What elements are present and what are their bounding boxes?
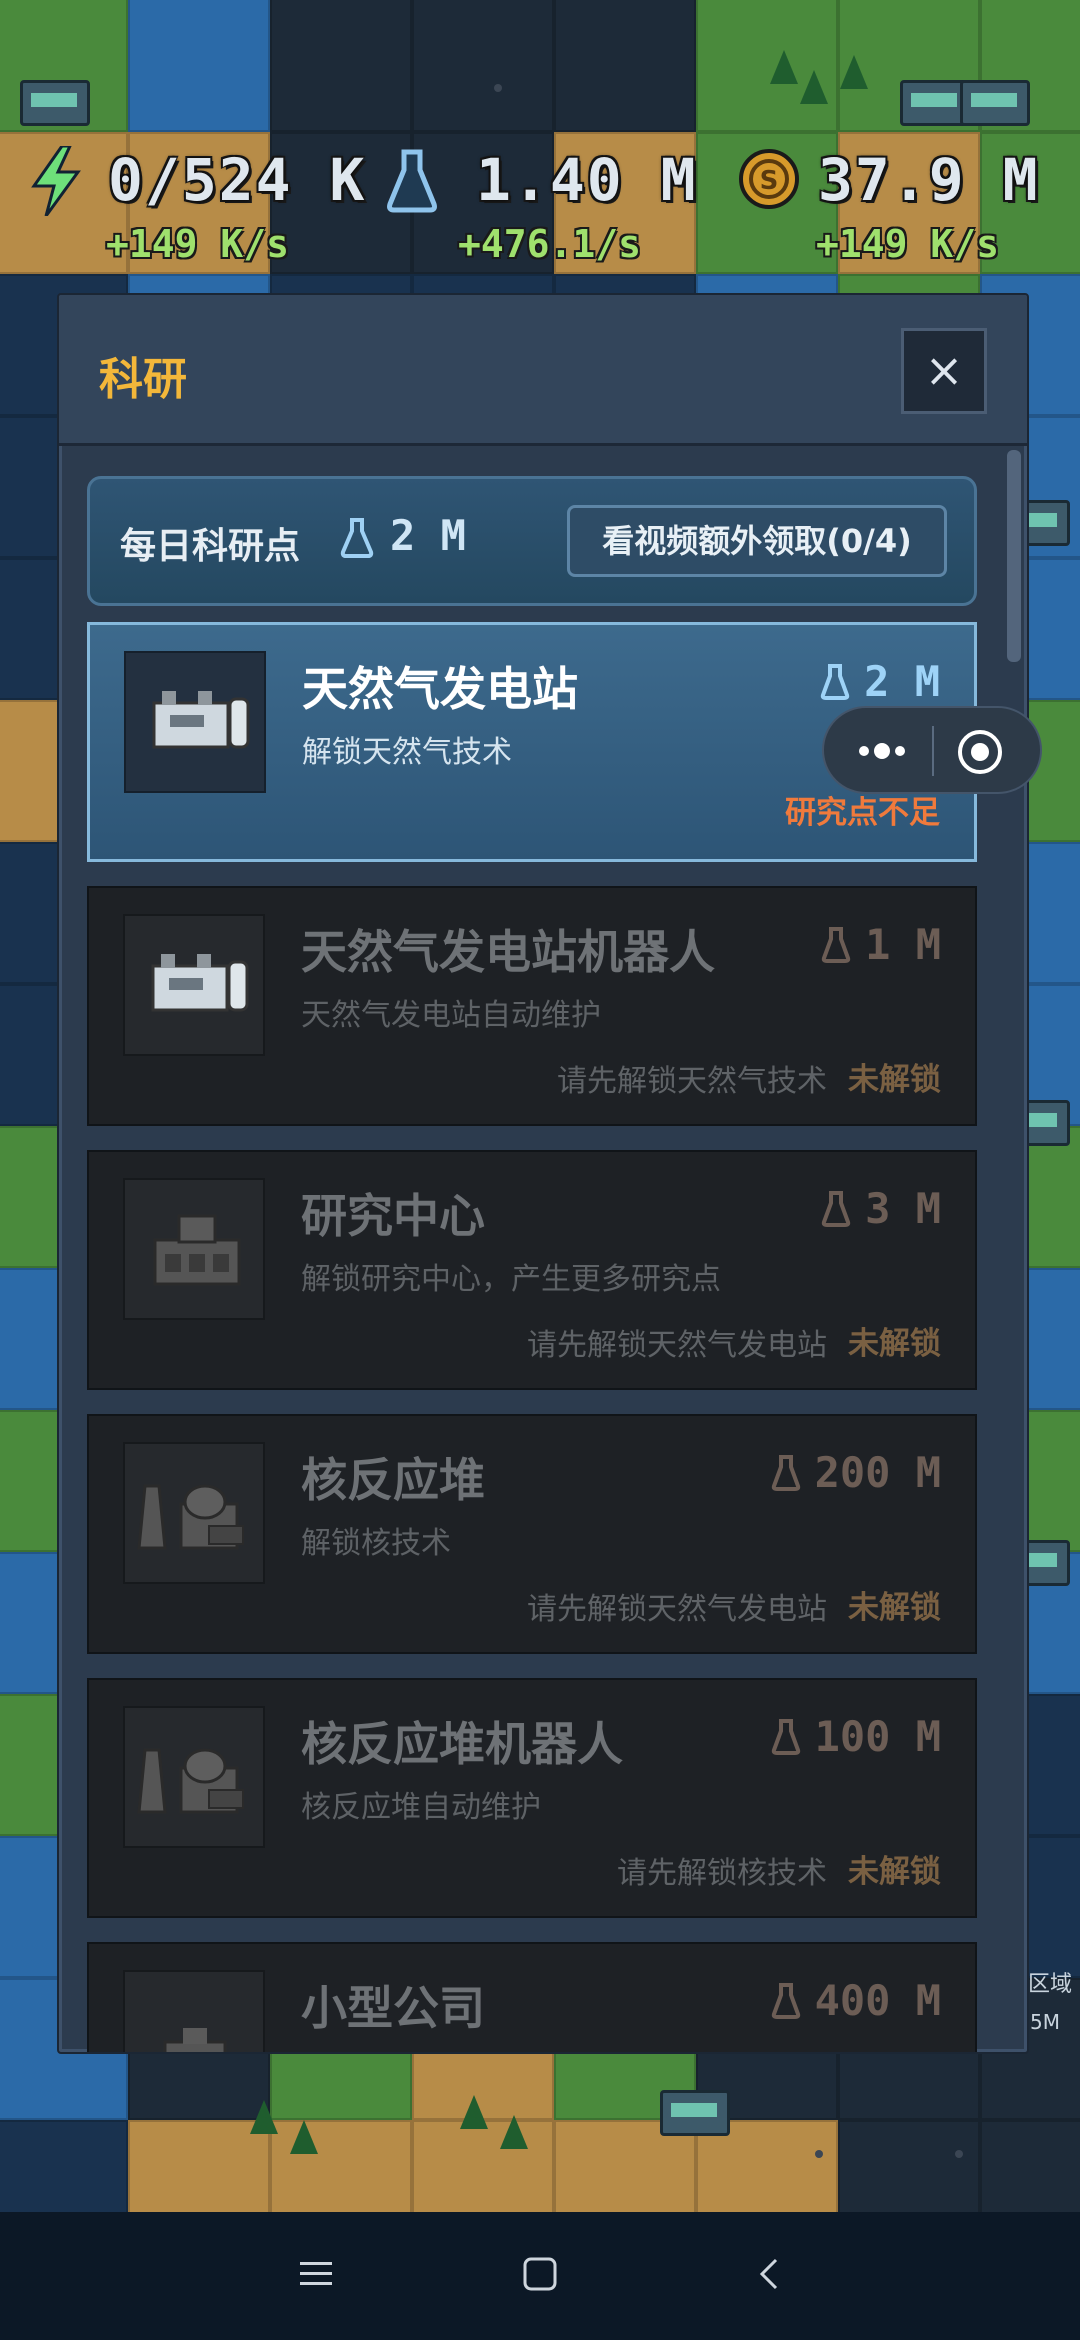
card-cost: 200 M — [771, 1448, 941, 1497]
cost-value: 200 M — [814, 1448, 941, 1497]
card-status: 未解锁 — [848, 1854, 941, 1890]
flask-icon — [340, 518, 374, 558]
card-status: 未解锁 — [848, 1062, 941, 1098]
board-tile — [270, 0, 412, 132]
card-cost: 3 M — [821, 1184, 941, 1233]
research-card[interactable]: 小型公司 400 M — [87, 1942, 977, 2052]
card-title: 研究中心 — [301, 1189, 485, 1243]
flask-icon — [771, 1718, 800, 1755]
miniprogram-capsule — [822, 706, 1042, 794]
coin-icon: S — [739, 149, 799, 209]
capsule-divider — [932, 726, 934, 776]
card-cost: 100 M — [771, 1712, 941, 1761]
flask-icon — [771, 1982, 800, 2019]
board-tile — [554, 0, 696, 132]
card-status: 未解锁 — [848, 1326, 941, 1362]
tree-icon — [840, 55, 868, 89]
tree-icon — [770, 50, 798, 84]
research-modal: 科研 × 每日科研点 2 M 看视频额外领取(0/4) 天然气发电站 2 M 解锁天… — [57, 293, 1029, 2054]
flask-icon — [821, 926, 851, 963]
board-tile — [412, 0, 554, 132]
card-requirement: 请先解锁天然气发电站 — [527, 1592, 827, 1627]
gas-plant-icon — [123, 914, 265, 1056]
card-requirement: 请先解锁核技术 — [617, 1856, 827, 1891]
card-description: 核反应堆自动维护 — [301, 1790, 541, 1825]
research-rate: +476.1/s — [458, 222, 642, 266]
card-requirement: 请先解锁天然气技术 — [557, 1064, 827, 1099]
money-value: 37.9 M — [818, 146, 1040, 214]
card-description: 解锁核技术 — [301, 1526, 451, 1561]
board-tile — [128, 0, 270, 132]
card-title: 小型公司 — [301, 1981, 485, 2035]
tree-icon — [460, 2095, 488, 2129]
board-tile — [696, 0, 838, 132]
card-cost: 400 M — [771, 1976, 941, 2025]
exit-icon[interactable] — [956, 728, 1004, 776]
lightning-icon — [31, 146, 81, 216]
tree-icon — [800, 70, 828, 104]
building-icon — [960, 80, 1030, 126]
research-card[interactable]: 核反应堆机器人 100 M 核反应堆自动维护请先解锁核技术 未解锁 — [87, 1678, 977, 1918]
research-center-icon — [123, 1178, 265, 1320]
cost-value: 1 M — [865, 920, 941, 969]
more-icon[interactable] — [850, 728, 914, 774]
area-value: 5M — [1030, 2010, 1060, 2034]
flask-icon — [821, 1190, 851, 1227]
cost-value: 2 M — [864, 657, 940, 706]
cost-value: 100 M — [814, 1712, 941, 1761]
close-button[interactable]: × — [901, 328, 987, 414]
card-title: 核反应堆机器人 — [301, 1717, 623, 1771]
menu-icon[interactable] — [298, 2256, 334, 2292]
flask-icon — [820, 663, 850, 700]
card-title: 天然气发电站 — [302, 662, 578, 716]
power-rate: +149 K/s — [106, 222, 290, 266]
nuclear-reactor-icon — [123, 1442, 265, 1584]
modal-header: 科研 × — [59, 295, 1027, 446]
card-title: 核反应堆 — [301, 1453, 485, 1507]
card-cost: 1 M — [821, 920, 941, 969]
card-description: 天然气发电站自动维护 — [301, 998, 601, 1033]
card-description: 解锁天然气技术 — [302, 735, 512, 770]
research-value: 1.40 M — [476, 146, 698, 214]
cost-value: 3 M — [865, 1184, 941, 1233]
nuclear-reactor-icon — [123, 1706, 265, 1848]
flask-icon — [771, 1454, 800, 1491]
modal-title: 科研 — [99, 354, 187, 405]
research-list[interactable]: 每日科研点 2 M 看视频额外领取(0/4) 天然气发电站 2 M 解锁天然气技术研… — [59, 446, 1027, 2052]
tree-icon — [500, 2115, 528, 2149]
card-status: 未解锁 — [848, 1590, 941, 1626]
card-cost: 2 M — [820, 657, 940, 706]
research-card[interactable]: 核反应堆 200 M 解锁核技术请先解锁天然气发电站 未解锁 — [87, 1414, 977, 1654]
cost-value: 400 M — [814, 1976, 941, 2025]
research-card[interactable]: 研究中心 3 M 解锁研究中心，产生更多研究点请先解锁天然气发电站 未解锁 — [87, 1150, 977, 1390]
rivet — [494, 84, 502, 92]
card-description: 解锁研究中心，产生更多研究点 — [301, 1262, 721, 1297]
daily-label: 每日科研点 — [120, 526, 301, 567]
svg-text:S: S — [760, 166, 779, 196]
money-rate: +149 K/s — [816, 222, 1000, 266]
home-icon[interactable] — [522, 2256, 558, 2292]
system-nav-bar — [0, 2212, 1080, 2340]
daily-research-panel: 每日科研点 2 M 看视频额外领取(0/4) — [87, 476, 977, 606]
company-icon — [123, 1970, 265, 2052]
building-icon — [660, 2090, 730, 2136]
watch-video-button[interactable]: 看视频额外领取(0/4) — [567, 505, 947, 577]
daily-value: 2 M — [390, 511, 466, 560]
area-label: 区域 — [1028, 1972, 1073, 1997]
power-value: 0/524 K — [108, 146, 367, 214]
card-requirement: 请先解锁天然气发电站 — [527, 1328, 827, 1363]
research-card[interactable]: 天然气发电站机器人 1 M 天然气发电站自动维护请先解锁天然气技术 未解锁 — [87, 886, 977, 1126]
flask-icon — [387, 149, 437, 213]
tree-icon — [290, 2120, 318, 2154]
card-title: 天然气发电站机器人 — [301, 925, 715, 979]
tree-icon — [250, 2100, 278, 2134]
rivet — [815, 2150, 823, 2158]
back-icon[interactable] — [752, 2256, 788, 2292]
rivet — [955, 2150, 963, 2158]
gas-plant-icon — [124, 651, 266, 793]
building-icon — [20, 80, 90, 126]
